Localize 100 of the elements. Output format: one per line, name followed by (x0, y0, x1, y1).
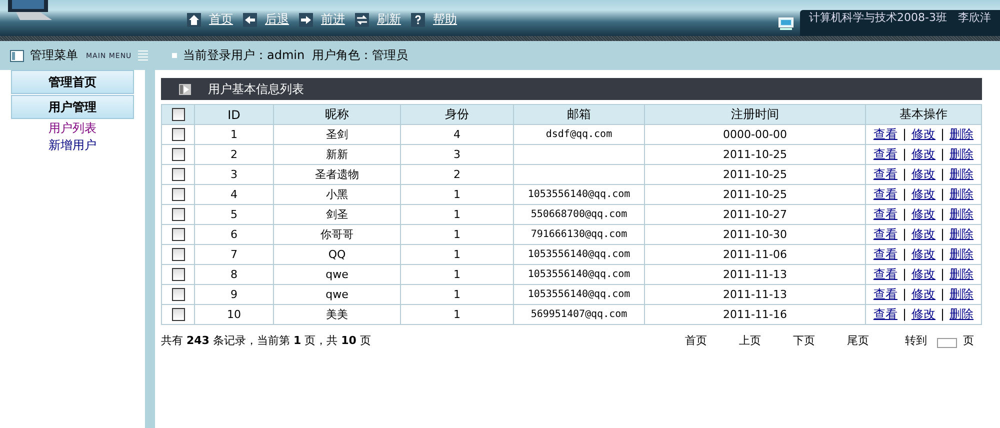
action-link[interactable]: 查看 (873, 307, 898, 321)
checkbox[interactable] (172, 188, 184, 202)
table-cell: 4 (230, 188, 238, 201)
nav-link[interactable]: 刷新 (377, 11, 401, 28)
checkbox[interactable] (172, 148, 184, 162)
page-link[interactable]: 下页 (793, 333, 815, 348)
table-cell: 0000-00-00 (723, 128, 787, 141)
separator: | (940, 307, 945, 321)
page-link[interactable]: 上页 (739, 333, 761, 348)
action-link[interactable]: 删除 (950, 167, 974, 181)
menu-section-button[interactable]: 用户管理 (11, 95, 134, 119)
separator: | (940, 287, 945, 301)
action-link[interactable]: 删除 (950, 207, 974, 221)
table-cell: 3 (454, 148, 460, 161)
action-link[interactable]: 修改 (912, 267, 936, 281)
table-cell: 2 (454, 168, 460, 181)
bullet-icon (172, 53, 177, 58)
column-header: 注册时间 (644, 104, 866, 124)
table-cell: 2011-10-25 (723, 168, 787, 181)
home-icon[interactable] (185, 12, 203, 26)
action-link[interactable]: 删除 (950, 147, 974, 161)
checkbox[interactable] (172, 128, 184, 142)
action-link[interactable]: 删除 (950, 227, 974, 241)
question-icon[interactable] (409, 12, 427, 26)
column-header: 基本操作 (866, 104, 982, 124)
table-cell: 1053556140@qq.com (528, 269, 630, 280)
separator: | (902, 267, 906, 281)
table-cell: 2011-10-30 (723, 228, 787, 241)
table-cell: 1 (454, 208, 460, 221)
table-cell: 美美 (326, 308, 348, 321)
column-header: 邮箱 (514, 104, 644, 124)
action-link[interactable]: 查看 (873, 287, 898, 301)
separator: | (902, 167, 906, 181)
action-link[interactable]: 修改 (912, 147, 936, 161)
page-field[interactable] (937, 338, 957, 348)
action-link[interactable]: 修改 (912, 127, 936, 141)
table-cell: 791666130@qq.com (530, 229, 628, 240)
table-cell: 1 (230, 128, 238, 141)
action-link[interactable]: 删除 (950, 267, 974, 281)
table-cell: 1 (454, 228, 460, 241)
nav-link[interactable]: 前进 (321, 11, 345, 28)
action-link[interactable]: 修改 (912, 167, 936, 181)
action-link[interactable]: 删除 (950, 187, 974, 201)
action-link[interactable]: 删除 (950, 307, 974, 321)
page-link[interactable]: 尾页 (847, 333, 869, 348)
separator: | (940, 207, 945, 221)
table-cell: 1053556140@qq.com (528, 249, 630, 260)
checkbox[interactable] (172, 228, 184, 242)
nav-link[interactable]: 后退 (265, 11, 289, 28)
table-cell: 2011-11-06 (723, 248, 787, 261)
action-link[interactable]: 修改 (912, 247, 936, 261)
menu-title: 管理菜单 (30, 47, 78, 64)
column-header: ID (194, 104, 274, 124)
action-link[interactable]: 查看 (873, 267, 898, 281)
menu-link[interactable]: 新增用户 (48, 137, 96, 154)
table-cell: 圣者遗物 (315, 168, 359, 181)
table-cell: 新新 (326, 148, 348, 161)
column-header: 昵称 (274, 104, 400, 124)
table-cell: 2011-11-16 (723, 308, 787, 321)
page-link[interactable]: 首页 (685, 333, 707, 348)
action-link[interactable]: 查看 (873, 247, 898, 261)
action-link[interactable]: 删除 (950, 287, 974, 301)
checkbox[interactable] (172, 208, 184, 222)
action-link[interactable]: 查看 (873, 147, 898, 161)
checkbox[interactable] (172, 248, 184, 262)
action-link[interactable]: 查看 (873, 207, 898, 221)
checkbox[interactable] (172, 268, 184, 282)
swap-arrows-icon[interactable] (353, 12, 371, 26)
table-cell: 2011-11-13 (723, 288, 787, 301)
table-cell: 6 (230, 228, 238, 241)
action-link[interactable]: 修改 (912, 287, 936, 301)
action-link[interactable]: 查看 (873, 187, 898, 201)
separator: | (902, 147, 906, 161)
separator: | (940, 167, 945, 181)
table-cell: 10 (227, 308, 241, 321)
action-link[interactable]: 删除 (950, 247, 974, 261)
table-cell: 4 (454, 128, 460, 141)
action-link[interactable]: 修改 (912, 187, 936, 201)
action-link[interactable]: 修改 (912, 307, 936, 321)
goto-label: 转到 (905, 333, 927, 348)
action-link[interactable]: 修改 (912, 227, 936, 241)
table-cell: 2011-10-25 (723, 188, 787, 201)
monitor-icon (778, 17, 794, 30)
action-link[interactable]: 删除 (950, 127, 974, 141)
menu-section-button[interactable]: 管理首页 (11, 70, 134, 94)
table-cell: 2011-11-13 (723, 268, 787, 281)
action-link[interactable]: 查看 (873, 127, 898, 141)
table-cell: 8 (230, 268, 238, 281)
checkbox[interactable] (172, 288, 184, 302)
table-cell: qwe (326, 288, 348, 301)
action-link[interactable]: 查看 (873, 227, 898, 241)
menu-link[interactable]: 用户列表 (48, 120, 96, 137)
checkbox[interactable] (172, 308, 184, 322)
checkbox[interactable] (172, 108, 184, 122)
separator: | (902, 247, 906, 261)
lines-icon (138, 50, 148, 61)
separator: | (940, 187, 945, 201)
action-link[interactable]: 修改 (912, 207, 936, 221)
checkbox[interactable] (172, 168, 184, 182)
action-link[interactable]: 查看 (873, 167, 898, 181)
